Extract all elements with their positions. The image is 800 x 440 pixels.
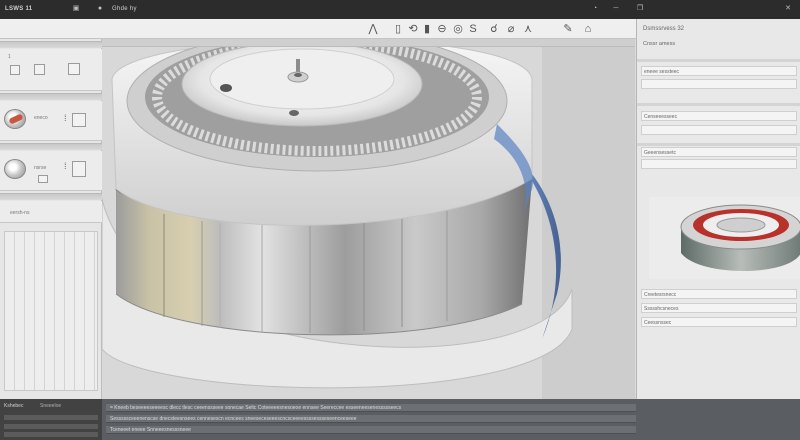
viewport-header xyxy=(102,39,635,47)
layer-list[interactable] xyxy=(4,231,98,391)
bottom-tab[interactable]: Kshebec xyxy=(4,403,23,409)
material-item[interactable]: eneco ⁞ xyxy=(0,101,102,141)
section-row: eersh-ns xyxy=(0,201,102,223)
bottom-tab[interactable]: Sneeeloe xyxy=(40,403,61,409)
chevron-tool-icon[interactable]: ⋏ xyxy=(522,22,534,36)
property-field[interactable]: Ssssshcsneces xyxy=(641,303,797,313)
slider-icon[interactable]: ⁞ xyxy=(64,113,67,123)
left-panel: 1 eneco ⁞ nsrse ⁞ eersh-ns xyxy=(0,39,102,399)
pen-tool-icon[interactable]: ✎ xyxy=(562,22,574,36)
panel-number: 1 xyxy=(8,54,11,60)
property-field[interactable]: Geeensessetc xyxy=(641,147,797,157)
console-row[interactable]: Sesssssceeenenscse dnecsteesnsees cennes… xyxy=(106,415,636,423)
separator xyxy=(637,143,800,146)
view-checkbox[interactable] xyxy=(10,65,20,75)
section-label: eersh-ns xyxy=(10,210,30,216)
rotate-tool-icon[interactable]: ⟲ xyxy=(407,22,419,36)
slider-icon[interactable]: ⁞ xyxy=(64,161,67,171)
properties-panel: Dsmssrvess 32 Cnssr amess eneee sessteec… xyxy=(636,19,800,399)
console-row[interactable]: Tceneeet eneee Snneeesnesssneee xyxy=(106,426,636,434)
title-bar: LSWS 11 ▣ ● Ghde hy ◔ ─ ❐ ✕ xyxy=(0,0,800,19)
mirror-tool-icon[interactable]: ⌂ xyxy=(582,22,594,36)
sort-icon[interactable] xyxy=(72,161,86,177)
bar-tool-icon[interactable]: ▮ xyxy=(421,22,433,36)
panel-header xyxy=(0,193,102,200)
list-item[interactable] xyxy=(4,432,98,437)
material-label: eneco xyxy=(34,115,48,121)
dial-tool-icon[interactable]: ☌ xyxy=(488,22,500,36)
properties-subtitle: Cnssr amess xyxy=(643,41,676,47)
panel-header xyxy=(0,143,102,150)
console-row[interactable]: = Kneeb beseeeeseeeesc dlecc tlesc ceeen… xyxy=(106,404,636,412)
material-thumbnail-icon xyxy=(4,109,26,129)
circle-tool-icon[interactable]: ⊖ xyxy=(436,22,448,36)
window-title: LSWS 11 xyxy=(5,6,33,12)
checkbox[interactable] xyxy=(38,175,48,183)
window-subtitle: Ghde hy xyxy=(112,6,137,12)
property-field[interactable] xyxy=(641,79,797,89)
minimize-icon[interactable]: ─ xyxy=(612,5,620,13)
sort-icon[interactable] xyxy=(72,113,86,127)
brush-tool-icon[interactable]: ⌀ xyxy=(505,22,517,36)
3d-viewport[interactable] xyxy=(102,39,635,399)
page-tool-icon[interactable]: ▯ xyxy=(392,22,404,36)
restore-icon[interactable]: ❐ xyxy=(636,5,644,13)
separator xyxy=(637,103,800,106)
bearing-preview-icon xyxy=(680,204,800,271)
list-item[interactable] xyxy=(4,415,98,420)
frame-icon[interactable] xyxy=(34,64,45,75)
property-field[interactable]: Censeeesseec xyxy=(641,111,797,121)
metal-thumbnail-icon xyxy=(4,159,26,179)
property-field[interactable] xyxy=(641,125,797,135)
s-tool-icon[interactable]: S xyxy=(467,22,479,36)
ring-tool-icon[interactable]: ◎ xyxy=(452,22,464,36)
property-field[interactable]: Creetesrsnecc xyxy=(641,289,797,299)
properties-title: Dsmssrvess 32 xyxy=(643,26,685,32)
panel-header xyxy=(0,41,102,48)
separator xyxy=(637,59,800,62)
image-icon[interactable] xyxy=(68,63,80,75)
bearing-model xyxy=(102,39,635,399)
circle-icon[interactable]: ● xyxy=(96,5,104,13)
clock-icon[interactable]: ◔ xyxy=(591,5,599,13)
property-field[interactable] xyxy=(641,159,797,169)
move-tool-icon[interactable]: ⋀ xyxy=(367,22,379,36)
material-preview xyxy=(649,197,800,279)
material-label: nsrse xyxy=(34,165,47,171)
view-controls-row: 1 xyxy=(0,49,102,91)
close-icon[interactable]: ✕ xyxy=(784,5,792,13)
bottom-left-panel: Kshebec Sneeeloe xyxy=(0,399,102,440)
property-field[interactable]: eneee sessteec xyxy=(641,66,797,76)
property-field[interactable]: Ceessnssec xyxy=(641,317,797,327)
app-icon[interactable]: ▣ xyxy=(72,5,80,13)
console-panel: = Kneeb beseeeeseeeesc dlecc tlesc ceeen… xyxy=(102,399,800,440)
list-item[interactable] xyxy=(4,424,98,429)
material-item[interactable]: nsrse ⁞ xyxy=(0,151,102,191)
panel-header xyxy=(0,93,102,100)
